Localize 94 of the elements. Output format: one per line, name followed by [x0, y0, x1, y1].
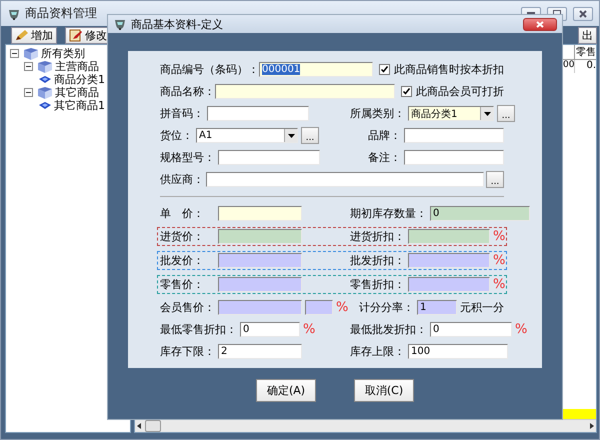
left-arrow-icon — [135, 422, 143, 430]
field-label: 批发折扣： — [350, 253, 405, 268]
unit-label: 元积一分 — [460, 300, 504, 315]
scrollbar-thumb[interactable] — [145, 420, 161, 432]
field-label: 最低批发折扣： — [350, 322, 427, 337]
dialog-icon — [113, 17, 127, 31]
input-field[interactable]: 0 — [430, 206, 530, 221]
checkmark-icon — [403, 88, 410, 95]
field-label: 期初库存数量： — [350, 206, 427, 221]
field-label: 单 价： — [160, 206, 205, 221]
field-label: 库存下限： — [160, 344, 215, 359]
dialog-button[interactable]: 确定(A) — [256, 379, 316, 402]
tree-item[interactable]: 其它商品1 — [38, 99, 130, 112]
checkbox[interactable]: 此商品会员可打折 — [401, 84, 504, 99]
input-field[interactable] — [404, 150, 504, 165]
input-field[interactable] — [408, 277, 490, 292]
percent-sign: % — [493, 229, 506, 244]
percent-sign: % — [493, 253, 506, 268]
field-label: 备注： — [368, 150, 401, 165]
field-label: 库存上限： — [350, 344, 405, 359]
close-button[interactable] — [573, 6, 593, 20]
close-icon — [536, 20, 544, 28]
toolbar-button[interactable]: 增加 — [11, 26, 57, 44]
input-field[interactable]: 0 — [240, 322, 300, 337]
input-field[interactable]: 100 — [408, 344, 508, 359]
column-header: 零售 — [574, 45, 596, 59]
close-button[interactable] — [523, 18, 557, 30]
dialog-title: 商品基本资料-定义 — [131, 16, 224, 32]
checkmark-icon — [381, 66, 388, 73]
toolbar-button[interactable]: 出 — [578, 26, 597, 44]
collapse-toggle-icon[interactable] — [24, 88, 33, 97]
dropdown-arrow-icon — [484, 112, 490, 116]
input-field[interactable] — [206, 172, 484, 187]
field-label: 品牌： — [368, 128, 401, 143]
right-arrow-icon — [588, 422, 596, 430]
input-field[interactable] — [218, 253, 302, 268]
percent-sign: % — [515, 322, 528, 337]
input-field[interactable] — [218, 277, 302, 292]
field-label: 零售折扣： — [350, 277, 405, 292]
input-field[interactable] — [207, 106, 309, 121]
collapse-toggle-icon[interactable] — [10, 49, 19, 58]
input-field[interactable] — [408, 253, 490, 268]
field-label: 会员售价： — [160, 300, 215, 315]
dropdown-arrow-icon — [288, 134, 294, 138]
dialog-button[interactable]: 取消(C) — [354, 379, 414, 402]
tree-item[interactable]: 所有类别 — [10, 47, 130, 60]
field-label: 进货折扣： — [350, 229, 405, 244]
window-title: 商品资料管理 — [25, 5, 98, 22]
browse-button[interactable]: ... — [497, 105, 515, 122]
percent-sign: % — [303, 322, 316, 337]
input-field[interactable] — [215, 84, 395, 99]
input-field[interactable] — [218, 229, 302, 244]
input-field[interactable] — [218, 206, 302, 221]
input-field[interactable] — [404, 128, 504, 143]
browse-button[interactable]: ... — [301, 127, 319, 144]
tree-item[interactable]: 其它商品 — [24, 86, 130, 99]
input-field[interactable] — [218, 300, 302, 315]
checkbox[interactable]: 此商品销售时按本折扣 — [379, 62, 504, 77]
dropdown-field[interactable]: A1 — [196, 128, 298, 143]
table-cell: 0. — [574, 60, 596, 73]
dropdown-field[interactable]: 商品分类1 — [408, 106, 494, 121]
horizontal-scrollbar[interactable] — [135, 419, 596, 432]
field-label: 最低零售折扣： — [160, 322, 237, 337]
field-label: 计分分率： — [359, 300, 414, 315]
input-field[interactable]: 2 — [218, 344, 302, 359]
percent-sign: % — [336, 300, 348, 315]
input-field[interactable]: 1 — [417, 300, 457, 315]
item-icon — [38, 75, 52, 84]
field-label: 进货价： — [160, 229, 205, 244]
field-label: 所属类别： — [350, 106, 405, 121]
table-cell-text: 00 — [563, 60, 574, 72]
input-field[interactable]: 0 — [430, 322, 512, 337]
close-icon — [579, 10, 587, 18]
percent-sign: % — [493, 277, 506, 292]
field-label: 拼音码： — [160, 106, 204, 121]
input-field[interactable] — [408, 229, 490, 244]
field-label: 供应商： — [160, 172, 204, 187]
tree-item[interactable]: 主营商品 — [24, 60, 130, 73]
item-icon — [38, 101, 52, 110]
tree-item[interactable]: 商品分类1 — [38, 73, 130, 86]
pencil-icon — [15, 28, 29, 42]
field-label: 货位： — [160, 128, 193, 143]
field-label: 零售价： — [160, 277, 205, 292]
field-label: 商品名称： — [160, 84, 215, 99]
field-label: 商品编号（条码）： — [160, 62, 259, 77]
collapse-toggle-icon[interactable] — [24, 62, 33, 71]
browse-button[interactable]: ... — [486, 171, 504, 188]
input-field[interactable] — [305, 300, 333, 315]
input-field[interactable] — [218, 150, 320, 165]
total-row — [562, 409, 596, 419]
input-field[interactable]: 000001 — [259, 62, 373, 77]
field-label: 批发价： — [160, 253, 205, 268]
field-label: 规格型号： — [160, 150, 215, 165]
document-pencil-icon — [69, 28, 83, 42]
